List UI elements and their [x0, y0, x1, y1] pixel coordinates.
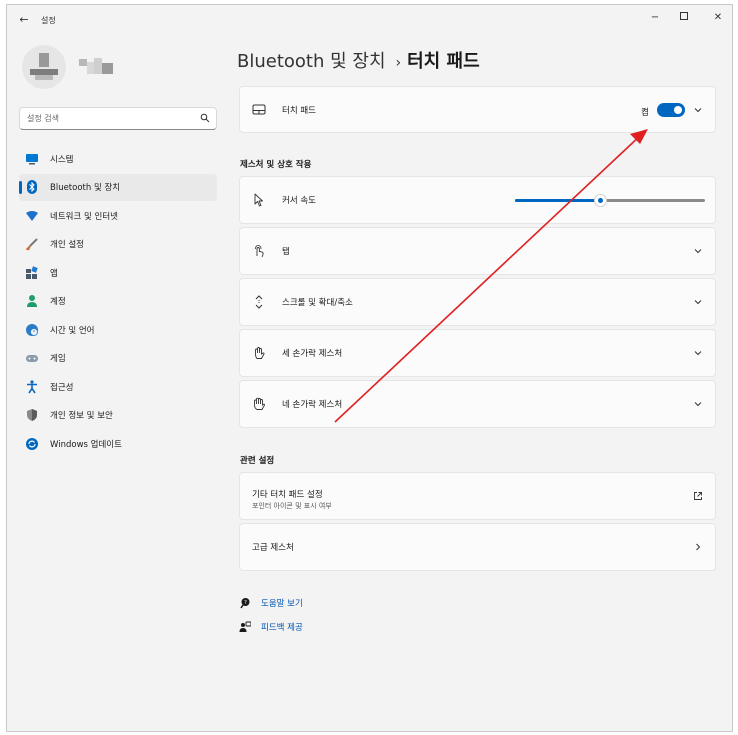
- toggle-state-label: 켬: [641, 108, 649, 118]
- breadcrumb: Bluetooth 및 장치 › 터치 패드: [237, 47, 480, 73]
- three-finger-icon: [252, 346, 266, 360]
- sidebar-item-label: 시간 및 언어: [50, 325, 95, 336]
- chevron-down-icon[interactable]: [693, 246, 703, 256]
- scroll-icon: [252, 295, 266, 309]
- touchpad-label: 터치 패드: [282, 105, 316, 116]
- apps-icon: [25, 265, 39, 280]
- gamepad-icon: [25, 351, 39, 365]
- cursor-speed-label: 커서 속도: [282, 196, 316, 206]
- settings-window: ← 설정 − ✕ 시스템: [6, 4, 733, 732]
- toggle-knob: [674, 106, 682, 114]
- chevron-right-icon[interactable]: [693, 542, 703, 552]
- globe-clock-icon: [25, 323, 39, 337]
- sidebar-item-label: 계정: [50, 297, 66, 307]
- sidebar-item-label: Windows 업데이트: [50, 439, 122, 450]
- sidebar-item-label: 네트워크 및 인터넷: [50, 211, 118, 222]
- sidebar-item-system[interactable]: 시스템: [19, 145, 217, 172]
- active-indicator: [19, 180, 22, 194]
- sidebar-item-windows-update[interactable]: Windows 업데이트: [19, 430, 217, 457]
- open-external-icon[interactable]: [693, 491, 703, 501]
- four-finger-label: 네 손가락 제스처: [282, 400, 343, 410]
- sidebar-item-time-language[interactable]: 시간 및 언어: [19, 316, 217, 343]
- profile-name-redacted: [79, 58, 113, 74]
- tap-label: 탭: [282, 247, 290, 257]
- wifi-icon: [25, 209, 39, 223]
- sidebar-item-gaming[interactable]: 게임: [19, 345, 217, 372]
- title-bar: ← 설정 − ✕: [7, 5, 732, 35]
- sidebar-item-label: 접근성: [50, 382, 74, 393]
- cursor-icon: [252, 193, 266, 207]
- sidebar-item-label: Bluetooth 및 장치: [50, 183, 121, 193]
- display-icon: [25, 152, 39, 166]
- scroll-zoom-label: 스크롤 및 확대/축소: [282, 298, 353, 308]
- maximize-button[interactable]: [670, 11, 698, 25]
- breadcrumb-separator: ›: [395, 55, 402, 71]
- sidebar-item-apps[interactable]: 앱: [19, 259, 217, 286]
- sidebar-nav: 시스템 Bluetooth 및 장치 네트워크 및 인터넷 개인 설정 앱 계정…: [19, 145, 217, 459]
- help-link[interactable]: ? 도움말 보기: [239, 597, 303, 609]
- shield-icon: [25, 408, 39, 422]
- sidebar-item-label: 개인 정보 및 보안: [50, 411, 113, 421]
- chevron-down-icon[interactable]: [693, 399, 703, 409]
- slider-fill: [515, 199, 601, 202]
- tap-icon: [252, 244, 266, 258]
- update-icon: [25, 437, 39, 451]
- advanced-gestures-label: 고급 제스처: [252, 543, 294, 553]
- search-input[interactable]: [20, 108, 190, 129]
- page-title: 터치 패드: [407, 51, 480, 72]
- sidebar-item-privacy-security[interactable]: 개인 정보 및 보안: [19, 402, 217, 429]
- scroll-zoom-card[interactable]: 스크롤 및 확대/축소: [239, 278, 716, 326]
- sidebar-item-label: 시스템: [50, 154, 74, 165]
- chevron-down-icon[interactable]: [693, 348, 703, 358]
- sidebar-item-label: 게임: [50, 354, 66, 364]
- other-settings-subtitle: 포인터 아이콘 및 표시 여부: [252, 502, 332, 510]
- back-button[interactable]: ←: [17, 13, 31, 26]
- avatar-head-shape: [39, 53, 49, 67]
- four-finger-icon: [252, 397, 266, 411]
- related-section-title: 관련 설정: [240, 456, 275, 466]
- sidebar-item-label: 앱: [50, 268, 58, 279]
- maximize-icon: [680, 12, 688, 20]
- app-title: 설정: [41, 16, 56, 25]
- account-icon: [25, 294, 39, 308]
- accessibility-icon: [25, 379, 39, 394]
- sidebar-item-label: 개인 설정: [50, 240, 84, 250]
- three-finger-label: 세 손가락 제스처: [282, 349, 343, 359]
- tap-card[interactable]: 탭: [239, 227, 716, 275]
- touchpad-card[interactable]: 터치 패드 켬: [239, 86, 716, 133]
- paintbrush-icon: [25, 237, 39, 251]
- touchpad-toggle[interactable]: [657, 103, 685, 117]
- sidebar-item-accessibility[interactable]: 접근성: [19, 373, 217, 400]
- cursor-speed-card: 커서 속도: [239, 176, 716, 224]
- sidebar-item-bluetooth-devices[interactable]: Bluetooth 및 장치: [19, 173, 217, 201]
- bluetooth-icon: [25, 180, 39, 194]
- three-finger-card[interactable]: 세 손가락 제스처: [239, 329, 716, 377]
- feedback-icon: [239, 621, 251, 633]
- touchpad-icon: [252, 103, 266, 117]
- help-icon: ?: [239, 597, 251, 609]
- avatar-base-shape: [35, 75, 53, 80]
- other-settings-title: 기타 터치 패드 설정: [252, 490, 323, 500]
- close-button[interactable]: ✕: [704, 11, 732, 25]
- feedback-link-text[interactable]: 피드백 제공: [261, 621, 303, 633]
- chevron-down-icon[interactable]: [693, 105, 703, 115]
- chevron-down-icon[interactable]: [693, 297, 703, 307]
- other-touchpad-settings-card[interactable]: 기타 터치 패드 설정 포인터 아이콘 및 표시 여부: [239, 472, 716, 520]
- slider-thumb[interactable]: [594, 194, 607, 207]
- avatar[interactable]: [22, 45, 66, 89]
- advanced-gestures-card[interactable]: 고급 제스처: [239, 523, 716, 571]
- search-box[interactable]: [19, 107, 217, 130]
- cursor-speed-slider[interactable]: [515, 194, 705, 207]
- breadcrumb-parent[interactable]: Bluetooth 및 장치: [237, 51, 386, 72]
- sidebar-item-accounts[interactable]: 계정: [19, 288, 217, 315]
- sidebar-item-network[interactable]: 네트워크 및 인터넷: [19, 202, 217, 229]
- minimize-button[interactable]: −: [641, 11, 669, 25]
- help-link-text[interactable]: 도움말 보기: [261, 597, 303, 609]
- svg-text:?: ?: [244, 600, 247, 606]
- four-finger-card[interactable]: 네 손가락 제스처: [239, 380, 716, 428]
- search-icon[interactable]: [200, 113, 210, 123]
- sidebar-item-personalization[interactable]: 개인 설정: [19, 231, 217, 258]
- gestures-section-title: 제스처 및 상호 작용: [240, 160, 312, 170]
- feedback-link[interactable]: 피드백 제공: [239, 621, 303, 633]
